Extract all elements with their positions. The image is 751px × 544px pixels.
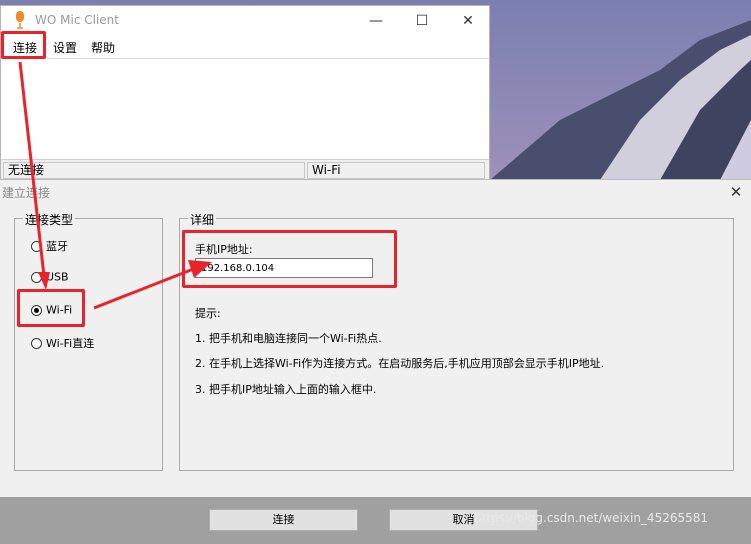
connection-type-label: 连接类型 — [23, 211, 76, 228]
radio-circle — [31, 337, 42, 349]
highlight-ip-input — [182, 230, 397, 288]
connection-type-group: 连接类型 蓝牙 USB Wi-Fi Wi-Fi直连 — [14, 211, 163, 471]
status-connection: 无连接 — [3, 162, 305, 179]
microphone-icon — [16, 11, 24, 29]
button-bar: 连接 取消 https://blog.csdn.net/weixin_45265… — [0, 497, 751, 544]
highlight-radio-wifi — [17, 289, 85, 327]
tip-1: 1. 把手机和电脑连接同一个Wi-Fi热点. — [195, 332, 382, 345]
status-bar: 无连接 Wi-Fi — [1, 159, 489, 180]
tip-3: 3. 把手机IP地址输入上面的输入框中. — [195, 383, 377, 396]
radio-circle — [31, 240, 42, 252]
maximize-button[interactable]: ☐ — [399, 6, 445, 36]
status-transport: Wi-Fi — [307, 162, 485, 179]
dialog-close-icon[interactable]: ✕ — [726, 182, 746, 202]
client-area — [1, 58, 489, 162]
menu-bar: 连接 设置 帮助 — [1, 36, 489, 58]
menu-help[interactable]: 帮助 — [91, 39, 115, 56]
tips-heading: 提示: — [195, 307, 221, 320]
radio-usb[interactable]: USB — [31, 270, 69, 284]
dialog-title: 建立连接 — [2, 186, 51, 200]
close-button[interactable]: ✕ — [445, 6, 491, 36]
window-title: WO Mic Client — [35, 13, 119, 27]
radio-wifi-direct[interactable]: Wi-Fi直连 — [31, 335, 94, 351]
watermark: https://blog.csdn.net/weixin_45265581 — [474, 511, 709, 525]
radio-circle — [31, 271, 42, 283]
wo-mic-client-window: WO Mic Client — ☐ ✕ 连接 设置 帮助 无连接 Wi-Fi — [0, 5, 490, 180]
details-label: 详细 — [188, 211, 217, 228]
title-bar: WO Mic Client — ☐ ✕ — [1, 6, 489, 36]
radio-bluetooth[interactable]: 蓝牙 — [31, 238, 68, 254]
minimize-button[interactable]: — — [353, 6, 399, 36]
connect-button[interactable]: 连接 — [209, 509, 358, 531]
tip-2: 2. 在手机上选择Wi-Fi作为连接方式。在启动服务后,手机应用顶部会显示手机I… — [195, 357, 605, 370]
highlight-menu-connect — [1, 31, 46, 59]
menu-settings[interactable]: 设置 — [53, 39, 77, 56]
